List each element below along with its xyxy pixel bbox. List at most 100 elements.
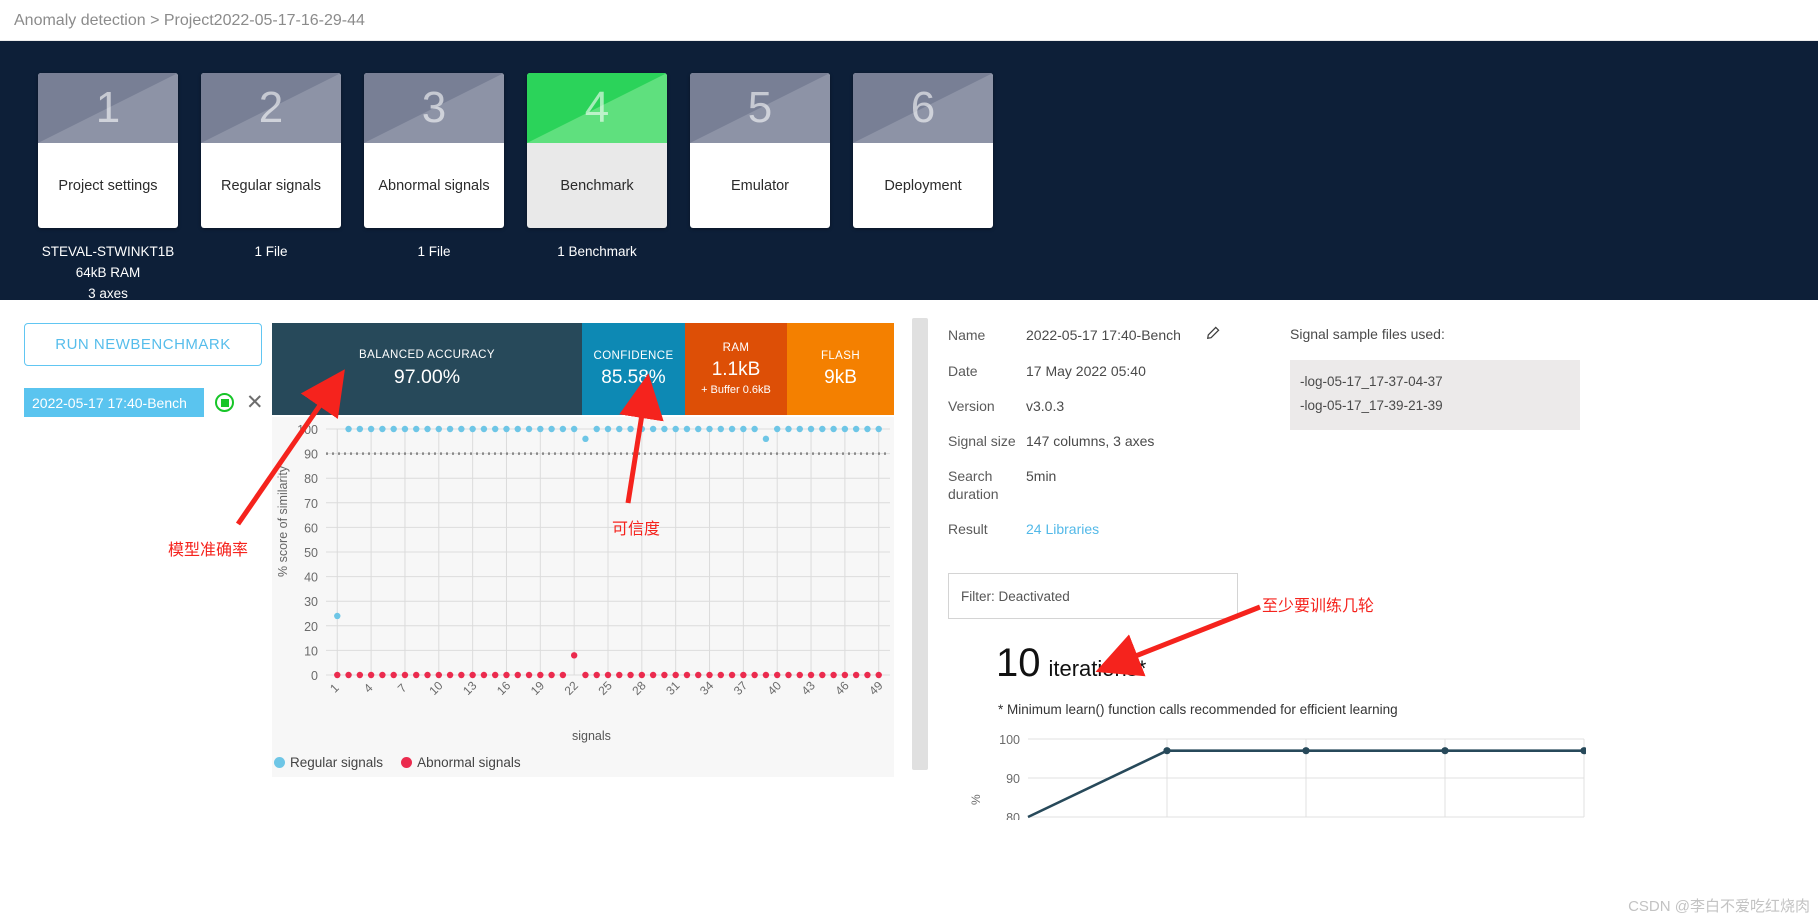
data-point bbox=[807, 425, 815, 433]
iterations-display: 10 iterations* bbox=[948, 641, 1818, 686]
y-tick-label: 80 bbox=[1006, 811, 1020, 820]
step-card-project-settings[interactable]: 1 Project settings bbox=[38, 73, 178, 228]
annotation-text: 可信度 bbox=[612, 521, 661, 538]
data-point bbox=[582, 435, 589, 443]
step-card-regular-signals[interactable]: 2 Regular signals bbox=[201, 73, 341, 228]
signal-file-item: -log-05-17_17-39-21-39 bbox=[1300, 398, 1443, 413]
signal-files-list: -log-05-17_17-37-04-37 -log-05-17_17-39-2… bbox=[1290, 360, 1580, 430]
step-number-banner: 6 bbox=[853, 73, 993, 143]
step-number-banner: 4 bbox=[527, 73, 667, 143]
y-tick-label: 20 bbox=[304, 620, 318, 634]
learning-curve-point bbox=[1580, 747, 1588, 755]
learning-curve-chart: 80 90 100% bbox=[966, 725, 1588, 825]
step-number-banner: 1 bbox=[38, 73, 178, 143]
step-card-emulator[interactable]: 5 Emulator bbox=[690, 73, 830, 228]
data-point bbox=[401, 425, 409, 433]
step-card-abnormal-signals[interactable]: 3 Abnormal signals bbox=[364, 73, 504, 228]
metric-title: BALANCED ACCURACY bbox=[359, 349, 495, 361]
data-point bbox=[706, 425, 713, 433]
metric-title: RAM bbox=[722, 342, 750, 354]
step-1: 1 Project settings STEVAL-STWINKT1B 64kB RA… bbox=[38, 73, 178, 304]
benchmark-list-item[interactable]: 2022-05-17 17:40-Bench bbox=[24, 388, 204, 417]
detail-value[interactable]: 24 Libraries bbox=[1026, 520, 1099, 538]
breadcrumb[interactable]: Anomaly detection > Project2022-05-17-16… bbox=[0, 0, 1818, 41]
detail-value: 147 columns, 3 axes bbox=[1026, 433, 1155, 449]
data-point bbox=[616, 671, 623, 679]
data-point bbox=[785, 671, 792, 679]
data-point bbox=[841, 671, 849, 679]
y-tick-label: 70 bbox=[304, 497, 318, 511]
step-label: Abnormal signals bbox=[378, 177, 490, 194]
data-point bbox=[841, 425, 849, 433]
annotation-text: 至少要训练几轮 bbox=[1262, 598, 1375, 615]
annotation-text: 模型准确率 bbox=[168, 542, 249, 559]
data-point bbox=[424, 671, 431, 679]
run-new-benchmark-button[interactable]: RUN NEW BENCHMARK bbox=[24, 323, 262, 366]
step-label: Regular signals bbox=[221, 177, 321, 194]
step-sublabel: 1 Benchmark bbox=[557, 244, 637, 259]
step-number: 5 bbox=[747, 83, 773, 132]
details-key-values: Name 2022-05-17 17:40-Bench Date 17 May 202… bbox=[948, 318, 1268, 555]
status-ok-icon[interactable] bbox=[215, 393, 234, 412]
data-point bbox=[537, 425, 544, 433]
detail-value: 17 May 2022 05:40 bbox=[1026, 363, 1146, 379]
detail-key: Signal size bbox=[948, 433, 1016, 449]
x-tick-label: 43 bbox=[799, 678, 819, 698]
close-icon[interactable]: ✕ bbox=[246, 392, 264, 413]
data-point bbox=[492, 671, 499, 679]
edit-pencil-icon[interactable] bbox=[1205, 326, 1220, 345]
data-point bbox=[819, 425, 826, 433]
signal-file-item: -log-05-17_17-37-04-37 bbox=[1300, 374, 1443, 389]
data-point bbox=[661, 425, 668, 433]
step-number: 6 bbox=[910, 83, 936, 132]
x-tick-label: 7 bbox=[395, 681, 410, 696]
data-point bbox=[503, 671, 510, 679]
panel-resize-handle[interactable] bbox=[912, 318, 928, 770]
detail-value: v3.0.3 bbox=[1026, 398, 1065, 414]
data-point bbox=[852, 425, 860, 433]
step-number-banner: 2 bbox=[201, 73, 341, 143]
step-label: Deployment bbox=[884, 177, 962, 194]
similarity-scatter-chart: % score of similarity 0 10 20 30 40 50 60 70 80 9… bbox=[272, 417, 894, 777]
data-point bbox=[672, 671, 679, 679]
y-tick-label: 40 bbox=[304, 571, 318, 585]
data-point bbox=[740, 671, 747, 679]
details-panel: Name 2022-05-17 17:40-Bench Date 17 May 202… bbox=[934, 318, 1818, 922]
detail-key: Search duration bbox=[948, 468, 999, 502]
data-point bbox=[548, 671, 555, 679]
step-4: 4 Benchmark 1 Benchmark bbox=[527, 73, 667, 304]
data-point bbox=[413, 671, 420, 679]
data-point bbox=[514, 671, 521, 679]
step-card-deployment[interactable]: 6 Deployment bbox=[853, 73, 993, 228]
data-point bbox=[435, 671, 442, 679]
data-point bbox=[390, 671, 397, 679]
step-sublabel: 1 File bbox=[417, 244, 451, 259]
data-point bbox=[469, 671, 476, 679]
data-point bbox=[446, 671, 454, 679]
data-point bbox=[334, 671, 341, 679]
x-tick-label: 25 bbox=[595, 678, 615, 698]
filter-selector[interactable]: Filter: Deactivated bbox=[948, 573, 1238, 619]
data-point bbox=[548, 425, 555, 433]
results-column: BALANCED ACCURACY 97.00% CONFIDENCE 85.58% R… bbox=[272, 318, 902, 922]
detail-key: Version bbox=[948, 398, 995, 414]
x-tick-label: 28 bbox=[629, 678, 649, 698]
x-tick-label: 1 bbox=[327, 681, 342, 696]
data-point bbox=[582, 671, 589, 679]
data-point bbox=[785, 425, 792, 433]
data-point bbox=[762, 671, 770, 679]
data-point bbox=[334, 612, 341, 620]
data-point bbox=[401, 671, 409, 679]
data-point bbox=[604, 425, 612, 433]
metric-card-confidence: CONFIDENCE 85.58% bbox=[582, 323, 685, 415]
data-point bbox=[480, 671, 488, 679]
metric-card-balanced-accuracy: BALANCED ACCURACY 97.00% bbox=[272, 323, 582, 415]
data-point bbox=[830, 671, 837, 679]
workflow-stepper: 1 Project settings STEVAL-STWINKT1B 64kB RA… bbox=[0, 41, 1818, 301]
detail-key: Result bbox=[948, 521, 988, 537]
data-point bbox=[762, 435, 770, 443]
step-card-benchmark[interactable]: 4 Benchmark bbox=[527, 73, 667, 228]
detail-row-date: Date 17 May 2022 05:40 bbox=[948, 362, 1268, 380]
detail-row-result: Result 24 Libraries bbox=[948, 520, 1268, 538]
data-point bbox=[525, 425, 533, 433]
